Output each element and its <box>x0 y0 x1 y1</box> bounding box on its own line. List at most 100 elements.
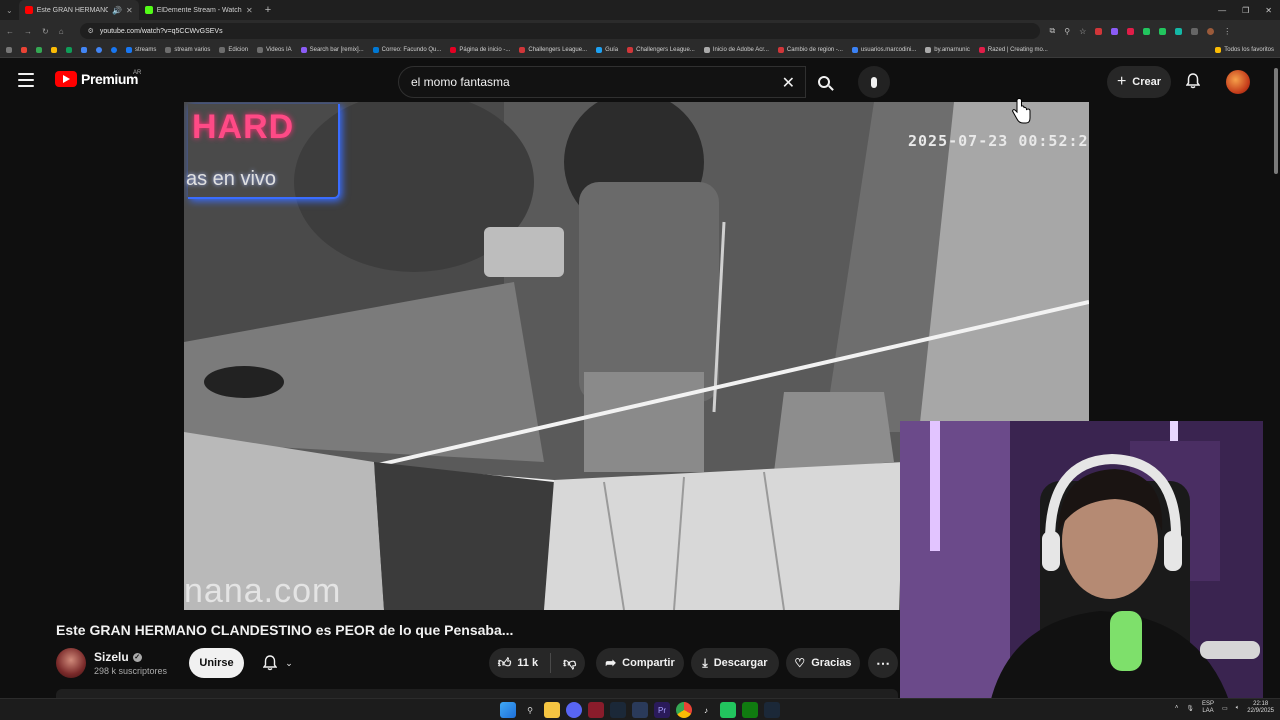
app-icon[interactable] <box>720 702 736 718</box>
tiktok-icon[interactable]: ♪ <box>698 702 714 718</box>
forward-icon[interactable]: → <box>24 27 32 36</box>
all-bookmarks-folder[interactable]: Todos los favoritos <box>1215 46 1274 53</box>
bookmark-item[interactable]: Página de inicio -... <box>450 46 510 53</box>
extension-icon[interactable] <box>1143 27 1151 35</box>
bookmark-item[interactable]: Search bar [remix]... <box>300 46 364 53</box>
docs-icon[interactable] <box>81 46 87 53</box>
language-layout: LAA <box>1202 708 1214 714</box>
youtube-logo[interactable]: Premium <box>55 71 139 87</box>
chrome-icon[interactable] <box>96 46 102 53</box>
new-tab-icon[interactable]: + <box>259 4 277 16</box>
taskbar-search-icon[interactable]: ⚲ <box>522 702 538 718</box>
language-indicator[interactable]: ESP LAA <box>1202 701 1214 715</box>
premiere-icon[interactable]: Pr <box>654 702 670 718</box>
bookmark-item[interactable]: Guía <box>596 46 618 53</box>
tab-search-icon[interactable]: ⌄ <box>0 6 19 15</box>
close-window-icon[interactable]: ✕ <box>1265 6 1272 15</box>
like-button[interactable]: 👍︎ 11 k <box>498 655 538 671</box>
bookmark-label: Challengers League... <box>528 46 588 53</box>
bookmark-item[interactable]: by.amarnunic <box>925 46 970 53</box>
chrome-taskbar-icon[interactable] <box>676 702 692 718</box>
url-field[interactable]: ⚙ youtube.com/watch?v=q5CCWvGSEVs <box>79 23 1040 39</box>
steam-icon[interactable] <box>764 702 780 718</box>
guide-menu-icon[interactable] <box>18 73 34 87</box>
clock[interactable]: 22:18 22/9/2025 <box>1247 701 1274 715</box>
speaker-icon[interactable]: 🔊 <box>112 6 122 15</box>
maps-icon[interactable] <box>36 46 42 53</box>
bookmark-item[interactable]: Razed | Creating mo... <box>978 46 1048 53</box>
create-button[interactable]: + Crear <box>1107 66 1171 98</box>
apps-grid-icon[interactable] <box>6 46 12 53</box>
join-button[interactable]: Unirse <box>189 648 244 678</box>
bookmark-item[interactable]: Challengers League... <box>519 46 588 53</box>
tab-close-icon[interactable]: ✕ <box>126 6 133 15</box>
steam-icon[interactable] <box>610 702 626 718</box>
folder-icon <box>1215 46 1222 53</box>
browser-tab-active[interactable]: Este GRAN HERMANO CL... 🔊 ✕ <box>18 0 139 20</box>
folder-icon[interactable] <box>51 46 57 53</box>
download-button[interactable]: ⤓ Descargar <box>691 648 779 678</box>
tab-close-icon[interactable]: ✕ <box>246 6 253 15</box>
bookmark-item[interactable]: Inicio de Adobe Acr... <box>703 46 769 53</box>
clear-search-icon[interactable]: ✕ <box>782 73 795 93</box>
volume-icon[interactable]: 🔈︎ <box>1236 705 1240 712</box>
bookmark-star-icon[interactable]: ☆ <box>1079 27 1086 36</box>
search-icon <box>818 76 830 88</box>
channel-name[interactable]: Sizelu ✓ <box>94 650 142 664</box>
bookmark-item[interactable]: Videos IA <box>257 46 292 53</box>
thanks-button[interactable]: ♡ Gracias <box>786 648 860 678</box>
share-button[interactable]: ➦ Compartir <box>596 648 684 678</box>
profile-icon[interactable] <box>1207 27 1215 35</box>
page-scrollbar-thumb[interactable] <box>1274 68 1278 174</box>
windows-start-icon[interactable] <box>500 702 516 718</box>
channel-avatar[interactable] <box>56 648 86 678</box>
install-icon[interactable]: ⧉ <box>1050 26 1056 36</box>
bookmark-favicon-icon <box>978 46 985 53</box>
extension-icon[interactable] <box>1159 27 1167 35</box>
voice-search-button[interactable] <box>858 66 890 98</box>
extension-icon[interactable] <box>1095 27 1103 35</box>
sheets-icon[interactable] <box>66 46 72 53</box>
facebook-icon[interactable] <box>111 46 117 53</box>
reload-icon[interactable]: ↻ <box>42 27 49 36</box>
tray-mic-icon[interactable]: 🎙︎ <box>1186 705 1194 712</box>
bookmark-item[interactable]: Challengers League... <box>627 46 695 53</box>
bookmark-label: Correo: Facundo Qu... <box>381 46 442 53</box>
bookmark-item[interactable]: stream varios <box>165 46 210 53</box>
extension-icon[interactable] <box>1175 27 1183 35</box>
file-explorer-icon[interactable] <box>544 702 560 718</box>
search-button[interactable] <box>806 66 842 98</box>
app-icon[interactable] <box>588 702 604 718</box>
menu-dots-icon[interactable]: ⋮ <box>1223 27 1231 36</box>
bookmark-item[interactable]: Cambio de region -... <box>777 46 843 53</box>
site-info-icon[interactable]: ⚙ <box>88 27 94 35</box>
more-actions-button[interactable]: ⋯ <box>868 648 898 678</box>
tray-chevron-icon[interactable]: ˄ <box>1175 705 1179 711</box>
subscription-bell-button[interactable]: ⌄ <box>252 648 304 678</box>
browser-tab[interactable]: ElDemente Stream - Watch Live... ✕ <box>139 0 259 20</box>
discord-icon[interactable] <box>566 702 582 718</box>
account-avatar[interactable] <box>1226 70 1250 94</box>
maximize-icon[interactable]: ❐ <box>1242 6 1249 15</box>
extension-icons: ⧉ ⚲ ☆ ⋮ <box>1050 26 1232 36</box>
extension-icon[interactable] <box>1111 27 1119 35</box>
network-icon[interactable]: ▭ <box>1222 705 1228 712</box>
search-input[interactable]: el momo fantasma ✕ <box>398 66 806 98</box>
home-icon[interactable]: ⌂ <box>59 27 64 36</box>
subscriber-count: 298 k suscriptores <box>94 666 168 676</box>
back-icon[interactable]: ← <box>6 27 14 36</box>
minimize-icon[interactable]: — <box>1218 6 1226 15</box>
extensions-puzzle-icon[interactable] <box>1191 27 1199 35</box>
bookmark-item[interactable]: streams <box>126 46 156 53</box>
xbox-icon[interactable] <box>742 702 758 718</box>
bookmark-item[interactable]: Edicion <box>219 46 248 53</box>
dislike-button[interactable]: 👎︎ <box>563 655 576 671</box>
bookmark-item[interactable]: Correo: Facundo Qu... <box>372 46 442 53</box>
gmail-icon[interactable] <box>21 46 27 53</box>
bookmark-item[interactable]: usuarios.marcodini... <box>851 46 916 53</box>
zoom-icon[interactable]: ⚲ <box>1064 27 1070 36</box>
notifications-bell-icon[interactable] <box>1186 73 1200 89</box>
share-arrow-icon: ➦ <box>605 655 617 670</box>
extension-icon[interactable] <box>1127 27 1135 35</box>
app-icon[interactable] <box>632 702 648 718</box>
